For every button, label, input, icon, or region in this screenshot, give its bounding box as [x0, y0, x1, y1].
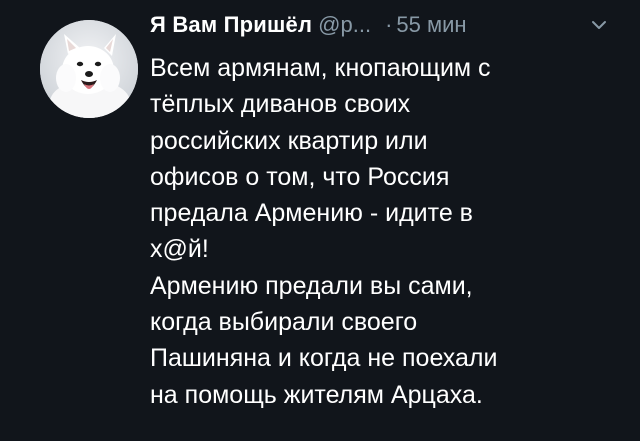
tweet-text-line: офисов о том, что Россия [150, 162, 450, 191]
tweet-text-line: предала Армению - идите в [150, 199, 473, 228]
tweet-text-line: российских квартир или [150, 126, 428, 155]
avatar[interactable] [40, 20, 138, 118]
tweet-text-line: Всем армянам, кнопающим с [150, 54, 491, 82]
arctic-fox-avatar-image [40, 20, 138, 118]
timestamp[interactable]: 55 мин [396, 12, 466, 37]
separator-dot: · [385, 12, 393, 37]
tweet-text-line: х@й! [150, 235, 209, 264]
tweet-text-line: на помощь жителям Арцаха. [150, 380, 483, 409]
display-name[interactable]: Я Вам Пришёл [150, 12, 312, 37]
tweet-text-line: когда выбирали своего [150, 308, 418, 337]
tweet-text-line: тёплых диванов своих [150, 90, 411, 119]
tweet-text-line: Пашиняна и когда не поехали [150, 344, 498, 373]
tweet: Я Вам Пришёл @р... · 55 мин Всем армянам, к… [0, 0, 640, 441]
tweet-text: Всем армянам, кнопающим с тёплых диванов… [150, 50, 620, 413]
tweet-text-line: Армению предали вы сами, [150, 271, 473, 300]
chevron-down-icon[interactable] [591, 19, 607, 31]
tweet-header: Я Вам Пришёл @р... · 55 мин [150, 8, 630, 42]
user-handle[interactable]: @р... [318, 12, 371, 37]
